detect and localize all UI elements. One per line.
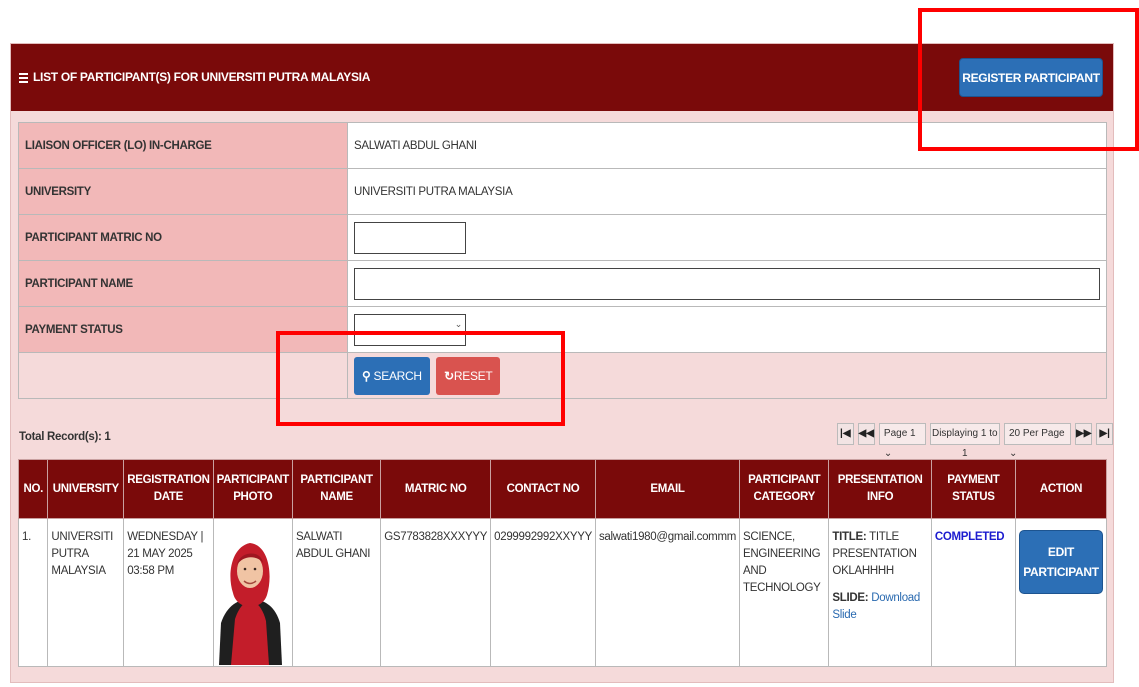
table-header-row: NO. UNIVERSITY REGISTRATION DATE PARTICI… [17, 459, 1107, 519]
cell-participant-name: SALWATI ABDUL GHANI [291, 518, 382, 667]
list-icon [19, 71, 28, 85]
participant-name-input[interactable] [354, 267, 1100, 300]
col-participant-category: PARTICIPANT CATEGORY [739, 459, 830, 519]
table-row: 1. UNIVERSITI PUTRA MALAYSIA WEDNESDAY |… [17, 518, 1107, 667]
cell-registration-date: WEDNESDAY | 21 MAY 2025 03:58 PM [123, 518, 214, 667]
cell-university: UNIVERSITI PUTRA MALAYSIA [47, 518, 125, 667]
edit-participant-button[interactable]: EDIT PARTICIPANT [1019, 530, 1103, 594]
lo-label: LIAISON OFFICER (LO) IN-CHARGE [18, 122, 348, 169]
col-payment-status: PAYMENT STATUS [930, 459, 1017, 519]
university-label: UNIVERSITY [18, 168, 348, 215]
col-participant-name: PARTICIPANT NAME [291, 459, 382, 519]
participant-name-label: PARTICIPANT NAME [18, 260, 348, 307]
status-badge: COMPLETED [934, 531, 1005, 543]
university-value: UNIVERSITI PUTRA MALAYSIA [347, 168, 1107, 215]
chevron-down-icon: ⌄ [454, 318, 463, 329]
last-page-icon[interactable]: ▶| [1096, 423, 1113, 445]
col-no: NO. [17, 459, 49, 519]
cell-action: EDIT PARTICIPANT [1015, 518, 1107, 667]
matric-label: PARTICIPANT MATRIC NO [18, 214, 348, 261]
cell-participant-category: SCIENCE, ENGINEERING AND TECHNOLOGY [739, 518, 830, 667]
next-page-icon[interactable]: ▶▶ [1075, 423, 1093, 445]
participant-table: NO. UNIVERSITY REGISTRATION DATE PARTICI… [17, 459, 1107, 667]
col-contact-no: CONTACT NO [490, 459, 596, 519]
cell-payment-status: COMPLETED [930, 518, 1017, 667]
displaying-label: Displaying 1 to 1 [929, 423, 1000, 459]
cell-photo [212, 518, 293, 667]
prev-page-icon[interactable]: ◀◀ [857, 423, 875, 445]
col-university: UNIVERSITY [47, 459, 125, 519]
page-select[interactable]: Page 1 ⌄ [878, 423, 926, 459]
cell-email: salwati1980@gmail.commm [594, 518, 741, 667]
presentation-title: TITLE: TITLE PRESENTATION OKLAHHHH [832, 531, 917, 577]
matric-no-input[interactable] [354, 221, 466, 254]
cell-no: 1. [17, 518, 49, 667]
panel-title: LIST OF PARTICIPANT(S) FOR UNIVERSITI PU… [19, 44, 370, 111]
cell-presentation-info: TITLE: TITLE PRESENTATION OKLAHHHH SLIDE… [828, 518, 932, 667]
per-page-select[interactable]: 20 Per Page ⌄ [1003, 423, 1072, 459]
first-page-icon[interactable]: |◀ [837, 423, 854, 445]
highlight-box-register [918, 8, 1139, 151]
cell-matric-no: GS7783828XXXYYY [380, 518, 492, 667]
col-presentation-info: PRESENTATION INFO [828, 459, 932, 519]
col-action: ACTION [1015, 459, 1107, 519]
presentation-slide: SLIDE: Download Slide [832, 592, 920, 621]
col-email: EMAIL [594, 459, 741, 519]
panel-title-text: LIST OF PARTICIPANT(S) FOR UNIVERSITI PU… [33, 70, 371, 84]
participant-photo [216, 531, 284, 665]
cell-contact-no: 0299992992XXYYY [490, 518, 596, 667]
highlight-box-search [276, 331, 565, 426]
col-participant-photo: PARTICIPANT PHOTO [212, 459, 293, 519]
col-registration-date: REGISTRATION DATE [123, 459, 214, 519]
total-records: Total Record(s): 1 [19, 431, 111, 443]
col-matric-no: MATRIC NO [380, 459, 492, 519]
pagination: |◀ ◀◀ Page 1 ⌄ Displaying 1 to 1 20 Per … [837, 423, 1113, 459]
